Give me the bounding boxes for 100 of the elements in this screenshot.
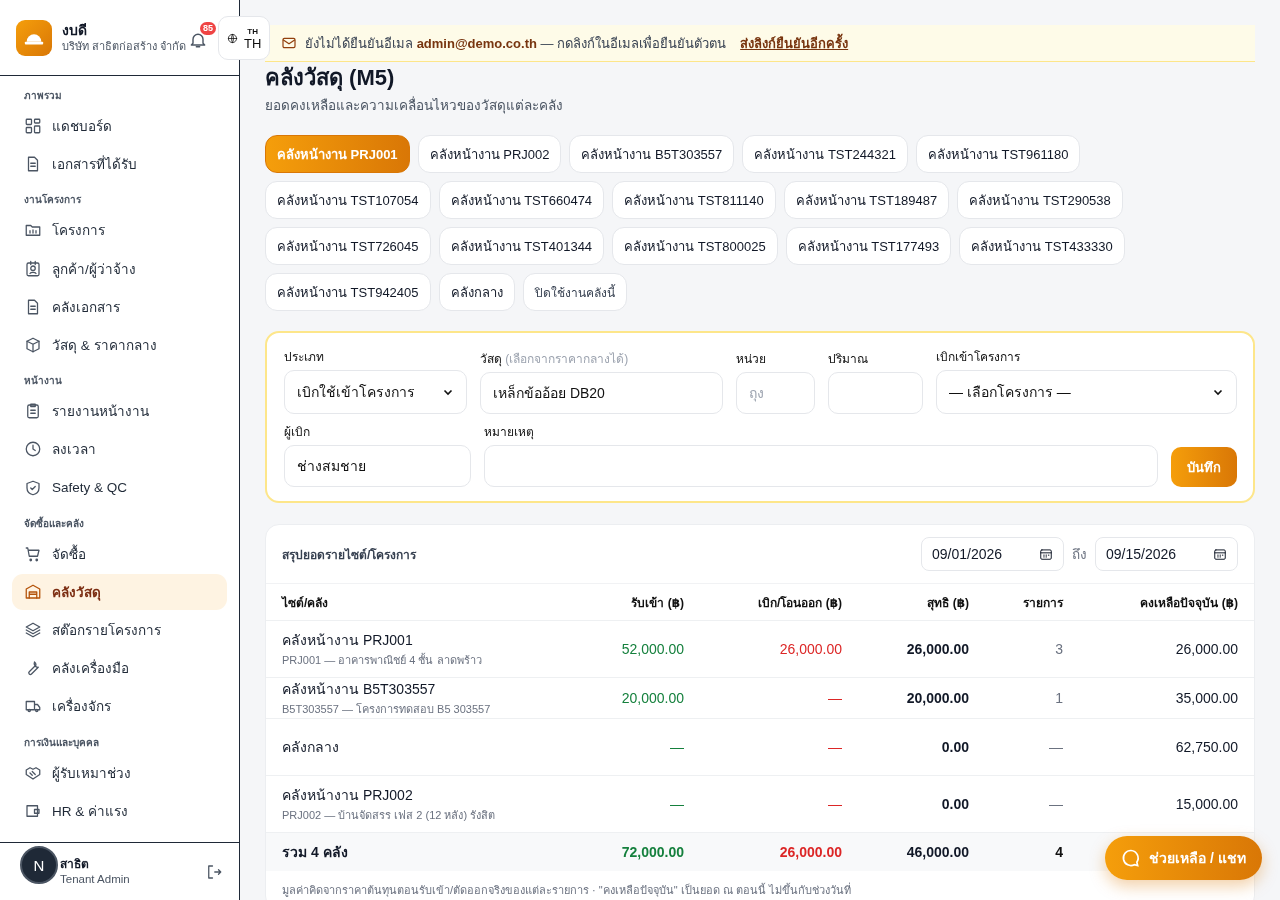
table-cell-text: —	[1048, 796, 1063, 812]
table-cell-text: 26,000.00	[778, 641, 842, 657]
total-cell-text: 4	[1054, 844, 1063, 860]
select-field[interactable]: — เลือกโครงการ —	[936, 370, 1237, 414]
layers-icon	[24, 621, 42, 640]
table-cell-text: 62,750.00	[1174, 739, 1238, 755]
footnote: มูลค่าคิดจากราคาต้นทุนตอนรับเข้า/ตัดออกจริงของแต่ละรายการ · "คงเหลือปัจจุบัน" เป็นยอด ณ ตอนนี้ ไม่ขึ้นกับช่วงวันที่	[281, 881, 852, 899]
sidebar-item[interactable]: Safety & QC	[12, 469, 227, 506]
field-hint: (เลือกจากราคากลางได้)	[505, 352, 629, 366]
warehouse-tab[interactable]: คลังหน้างาน TST433330	[959, 227, 1125, 265]
calendar-icon[interactable]	[1213, 547, 1227, 561]
mail-icon	[281, 35, 297, 51]
warehouse-tab[interactable]: คลังหน้างาน PRJ002	[417, 135, 562, 173]
sidebar-item[interactable]: ลงเวลา	[12, 431, 227, 468]
warehouse-tab[interactable]: คลังหน้างาน TST726045	[265, 227, 431, 265]
company-name: บริษัท สาธิตก่อสร้าง จำกัด	[62, 39, 187, 53]
sidebar-item[interactable]: คลังเอกสาร	[12, 288, 227, 325]
date-field[interactable]: 09/15/2026	[1095, 537, 1238, 571]
warehouse-tab[interactable]: คลังหน้างาน TST107054	[265, 181, 431, 219]
chat-bubble-icon	[1121, 848, 1141, 868]
logout-icon[interactable]	[205, 862, 223, 881]
clock-icon	[24, 440, 42, 459]
warehouse-tab[interactable]: คลังหน้างาน TST290538	[957, 181, 1123, 219]
warehouse-icon	[24, 582, 42, 601]
warehouse-tab[interactable]: คลังหน้างาน TST244321	[742, 135, 908, 173]
cart-icon	[24, 544, 42, 563]
warehouse-name: คลังกลาง	[282, 738, 340, 757]
sidebar-item[interactable]: จัดซื้อ	[12, 535, 227, 572]
warehouse-tab[interactable]: คลังหน้างาน TST177493	[785, 227, 952, 265]
user-role: Tenant Admin	[60, 871, 131, 887]
warehouse-tab[interactable]: คลังหน้างาน TST660474	[438, 181, 605, 219]
input-field[interactable]: ถุง	[736, 372, 815, 414]
warehouse-tab[interactable]: คลังหน้างาน TST942405	[265, 273, 431, 311]
section-heading: การเงินและบุคคล	[23, 735, 100, 751]
language-button[interactable]: TH TH	[218, 16, 270, 60]
table-cell-text: —	[827, 690, 842, 706]
project-detail: PRJ002 — บ้านจัดสรร เฟส 2 (12 หลัง) รังสิต	[282, 808, 497, 823]
globe-icon	[227, 32, 238, 44]
input-field[interactable]	[484, 445, 1158, 487]
total-cell-text: 46,000.00	[905, 844, 969, 860]
field-label: วัสดุ	[480, 352, 502, 366]
input-field[interactable]	[828, 372, 923, 414]
page-subtitle: ยอดคงเหลือและความเคลื่อนไหวของวัสดุแต่ละคลัง	[265, 95, 564, 116]
input-field[interactable]: ช่างสมชาย	[284, 445, 471, 487]
sidebar-item[interactable]: เอกสารที่ได้รับ	[12, 146, 227, 183]
table-cell-text: —	[827, 796, 842, 812]
table-cell-text: 35,000.00	[1174, 690, 1238, 706]
warehouse-tab[interactable]: คลังหน้างาน TST401344	[438, 227, 605, 265]
calendar-icon[interactable]	[1039, 547, 1053, 561]
sidebar-item[interactable]: แดชบอร์ด	[12, 108, 227, 144]
section-title: สรุปยอดรายไซต์/โครงการ	[282, 546, 418, 564]
table-cell-text: —	[827, 739, 842, 755]
resend-link[interactable]: ส่งลิงก์ยืนยันอีกครั้ง	[740, 32, 849, 54]
warehouse-name: คลังหน้างาน B5T303557	[282, 680, 437, 699]
warehouse-name: คลังหน้างาน PRJ001	[282, 631, 414, 650]
sidebar-item[interactable]: โครงการ	[12, 212, 227, 249]
total-cell-text: 72,000.00	[620, 844, 684, 860]
sidebar-item[interactable]: HR & ค่าแรง	[12, 792, 227, 829]
sidebar-item[interactable]: คลังวัสดุ	[12, 573, 227, 610]
table-cell-text: 52,000.00	[620, 641, 684, 657]
column-header: ไซต์/คลัง	[282, 594, 330, 612]
id-badge-icon	[24, 259, 42, 278]
input-field[interactable]: เหล็กข้ออ้อย DB20	[480, 372, 723, 414]
sidebar-item[interactable]: รายงานหน้างาน	[12, 393, 227, 430]
warehouse-tab[interactable]: คลังหน้างาน TST800025	[612, 227, 778, 265]
field-label: ปริมาณ	[828, 352, 868, 366]
project-detail: PRJ001 — อาคารพาณิชย์ 4 ชั้น ลาดพร้าว	[282, 652, 483, 668]
project-detail: B5T303557 — โครงการทดสอบ B5 303557	[282, 702, 492, 717]
brand-name: งบดี	[62, 22, 88, 39]
select-field[interactable]: เบิกใช้เข้าโครงการ	[284, 370, 467, 414]
table-cell-text: —	[669, 796, 684, 812]
total-cell-text: 26,000.00	[778, 844, 842, 860]
sidebar-item[interactable]: ผู้รับเหมาช่วง	[12, 754, 227, 791]
date-field[interactable]: 09/01/2026	[921, 537, 1064, 571]
column-header: คงเหลือปัจจุบัน (฿)	[1139, 594, 1238, 612]
warehouse-tab[interactable]: คลังหน้างาน B5T303557	[569, 135, 735, 173]
section-heading: หน้างาน	[23, 374, 63, 389]
verification-message: ยังไม่ได้ยืนยันอีเมล admin@demo.co.th — กดลิงก์ในอีเมลเพื่อยืนยันตัวตน	[305, 34, 727, 53]
field-label: ผู้เบิก	[284, 425, 310, 439]
warehouse-tab[interactable]: คลังหน้างาน TST811140	[612, 181, 776, 219]
warehouse-tab[interactable]: คลังกลาง	[438, 273, 515, 311]
sidebar-item[interactable]: คลังเครื่องมือ	[12, 650, 227, 687]
warehouse-tab[interactable]: ปิดใช้งานคลังนี้	[522, 273, 627, 311]
sidebar-item[interactable]: สต๊อกรายโครงการ	[12, 612, 227, 649]
warehouse-tab[interactable]: คลังหน้างาน TST189487	[783, 181, 950, 219]
field-label: ประเภท	[284, 350, 324, 364]
grid-icon	[24, 117, 42, 135]
sidebar-item[interactable]: ลูกค้า/ผู้ว่าจ้าง	[12, 250, 227, 287]
shield-icon	[24, 478, 42, 497]
warehouse-name: คลังหน้างาน PRJ002	[282, 786, 414, 805]
warehouse-tab[interactable]: คลังหน้างาน TST961180	[915, 135, 1081, 173]
avatar[interactable]: N	[20, 846, 58, 884]
table-cell-text: 0.00	[940, 739, 969, 755]
clipboard-icon	[24, 402, 42, 421]
notification-count: 85	[200, 22, 216, 35]
sidebar-item[interactable]: เครื่องจักร	[12, 688, 227, 725]
table-cell-text: 26,000.00	[905, 641, 969, 657]
user-name: สาธิต	[60, 856, 90, 872]
brand-logo	[16, 19, 52, 56]
sidebar-item[interactable]: วัสดุ & ราคากลาง	[12, 326, 227, 363]
